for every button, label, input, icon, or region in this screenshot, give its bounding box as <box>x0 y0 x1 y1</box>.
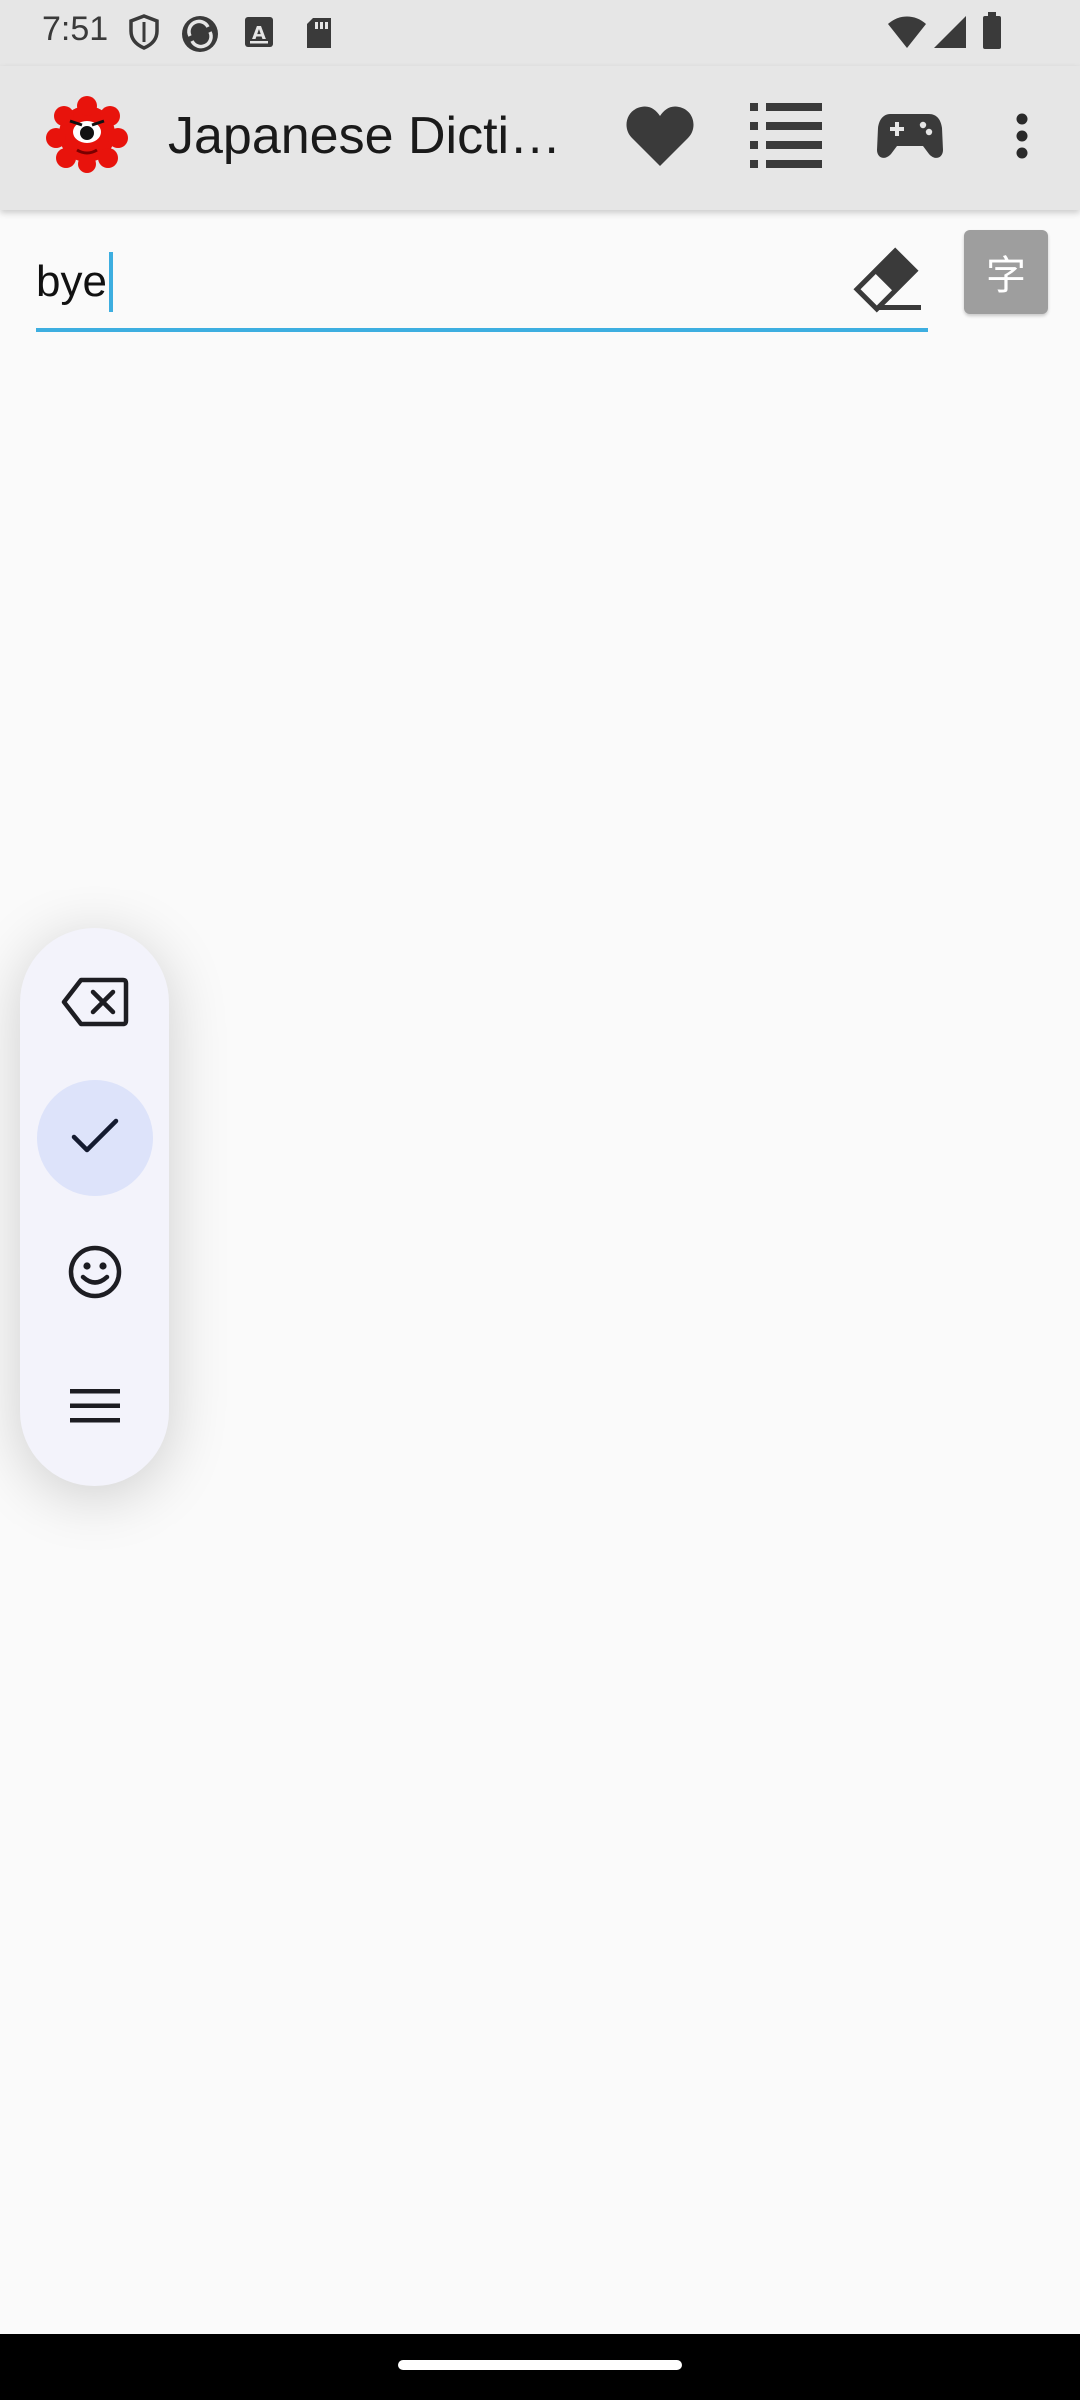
eraser-icon <box>849 246 923 318</box>
app-title: Japanese Dictionary <box>168 107 568 165</box>
font-a-icon: A <box>244 16 274 53</box>
signal-icon <box>932 14 968 55</box>
menu-button[interactable] <box>37 1350 153 1466</box>
emoji-icon <box>67 1244 123 1305</box>
list-icon <box>750 102 822 174</box>
shield-icon <box>128 14 160 55</box>
app-bar: Japanese Dictionary <box>0 66 1080 210</box>
gamepad-icon <box>877 112 943 165</box>
status-bar: 7:51 A <box>0 0 1080 66</box>
more-vert-icon <box>1015 113 1029 164</box>
sd-card-icon <box>304 16 334 55</box>
clear-search-button[interactable] <box>844 240 928 324</box>
backspace-icon <box>61 977 129 1032</box>
text-cursor <box>108 252 113 312</box>
done-button[interactable] <box>37 1080 153 1196</box>
games-button[interactable] <box>860 88 960 188</box>
search-input[interactable]: bye <box>36 232 928 332</box>
search-input-value: bye <box>36 257 107 306</box>
sync-icon <box>180 14 220 59</box>
more-options-button[interactable] <box>972 88 1072 188</box>
battery-icon <box>982 12 1002 55</box>
status-time: 7:51 <box>42 10 109 48</box>
svg-text:A: A <box>252 23 266 44</box>
list-button[interactable] <box>736 88 836 188</box>
kanji-button[interactable]: 字 <box>964 230 1048 314</box>
keyboard-floating-toolbar <box>20 928 169 1486</box>
check-icon <box>70 1117 120 1160</box>
favorites-button[interactable] <box>610 88 710 188</box>
search-input-text-row: bye <box>36 252 113 312</box>
navigation-bar <box>0 2334 1080 2400</box>
home-gesture-handle[interactable] <box>398 2360 682 2370</box>
wifi-icon <box>886 14 928 55</box>
emoji-button[interactable] <box>37 1216 153 1332</box>
red-monster-logo <box>44 94 130 179</box>
menu-icon <box>70 1388 120 1428</box>
favorites-heart-icon <box>624 104 696 173</box>
backspace-button[interactable] <box>37 946 153 1062</box>
